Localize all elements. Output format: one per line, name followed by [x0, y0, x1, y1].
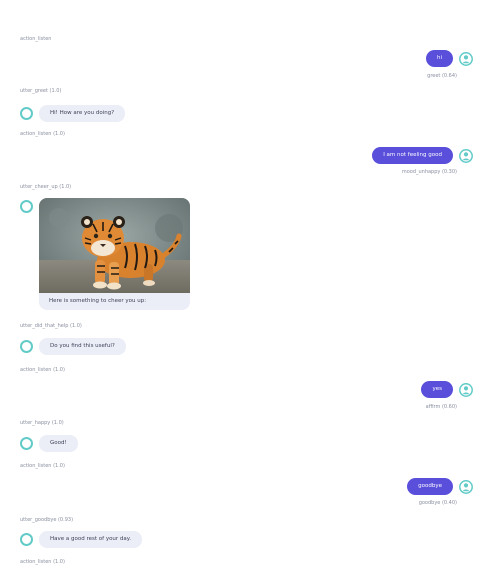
action-label: action_listen (1.0): [20, 559, 65, 565]
bot-avatar-icon: [20, 437, 33, 450]
user-avatar-icon: [459, 148, 473, 163]
bot-avatar-icon: [20, 107, 33, 120]
bot-message: Good!: [20, 435, 78, 452]
bot-message: Have a good rest of your day.: [20, 531, 143, 548]
bot-avatar-icon: [20, 340, 33, 353]
user-bubble: hi: [425, 50, 453, 67]
user-bubble: I am not feeling good: [372, 147, 453, 164]
user-message: goodbye: [407, 478, 473, 495]
action-label: utter_goodbye (0.93): [20, 517, 74, 523]
chat-transcript: action_listen hi greet (0.64) utter_gree…: [0, 0, 481, 567]
user-message: hi: [425, 50, 473, 67]
tiger-cub-photo: [39, 198, 190, 293]
user-avatar-icon: [459, 479, 473, 494]
action-label: utter_cheer_up (1.0): [20, 184, 72, 190]
action-label: action_listen: [20, 36, 52, 42]
action-label: utter_happy (1.0): [20, 420, 64, 426]
user-avatar-icon: [459, 382, 473, 397]
bot-bubble: Hi! How are you doing?: [39, 105, 126, 122]
action-label: utter_greet (1.0): [20, 88, 62, 94]
bot-image-message: Here is something to cheer you up:: [20, 198, 190, 310]
intent-label: goodbye (0.40): [418, 500, 457, 506]
bot-message: Do you find this useful?: [20, 338, 126, 355]
action-label: action_listen (1.0): [20, 131, 65, 137]
image-caption: Here is something to cheer you up:: [49, 298, 147, 304]
bot-bubble: Good!: [39, 435, 78, 452]
user-avatar-icon: [459, 51, 473, 66]
user-message: I am not feeling good: [372, 147, 473, 164]
user-message: yes: [421, 381, 473, 398]
bot-bubble: Have a good rest of your day.: [39, 531, 143, 548]
intent-label: greet (0.64): [427, 73, 457, 79]
bot-bubble: Do you find this useful?: [39, 338, 126, 355]
intent-label: mood_unhappy (0.30): [401, 169, 457, 175]
action-label: utter_did_that_help (1.0): [20, 323, 82, 329]
image-card: Here is something to cheer you up:: [39, 198, 190, 310]
user-bubble: goodbye: [407, 478, 453, 495]
intent-label: affirm (0.60): [425, 404, 457, 410]
action-label: action_listen (1.0): [20, 367, 65, 373]
user-bubble: yes: [421, 381, 453, 398]
bot-avatar-icon: [20, 200, 33, 213]
bot-message: Hi! How are you doing?: [20, 105, 126, 122]
bot-avatar-icon: [20, 533, 33, 546]
action-label: action_listen (1.0): [20, 463, 65, 469]
